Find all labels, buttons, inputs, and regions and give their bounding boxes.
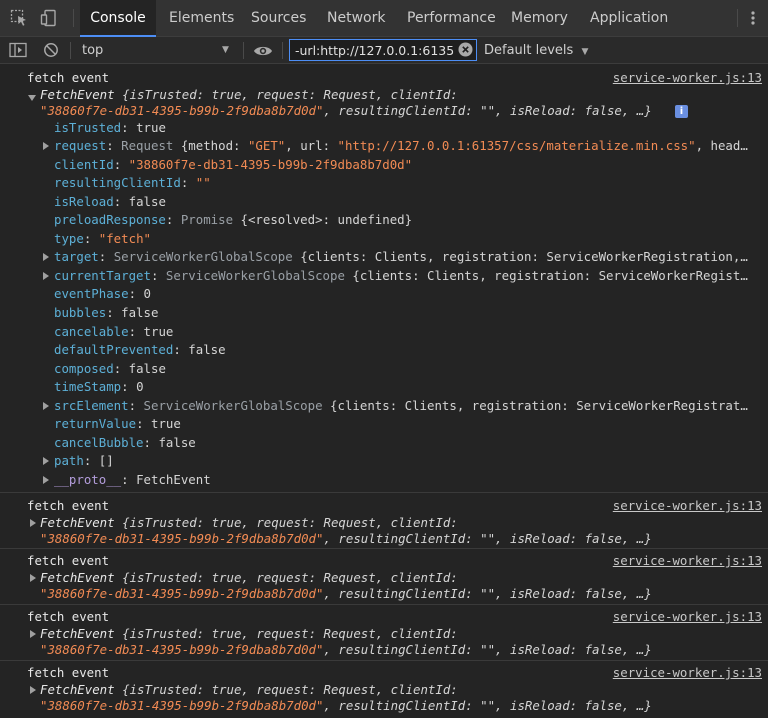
clear-filter-icon[interactable] [458, 42, 473, 61]
console-message: fetch event service-worker.js:13 FetchEv… [0, 661, 768, 717]
prop-row: returnValue: true [54, 416, 181, 431]
info-icon: i [675, 105, 688, 118]
prop-row: isTrusted: true [54, 120, 166, 135]
devtools-tabbar: Console Elements Sources Network Perform… [0, 0, 768, 37]
tab-console[interactable]: Console [80, 0, 156, 37]
expand-triangle-icon[interactable] [30, 574, 36, 582]
source-link[interactable]: service-worker.js:13 [613, 608, 762, 626]
expand-triangle-icon[interactable] [43, 476, 49, 484]
tab-performance[interactable]: Performance [407, 0, 496, 36]
prop-row[interactable]: target: ServiceWorkerGlobalScope {client… [54, 248, 748, 266]
expand-triangle-icon[interactable] [43, 457, 49, 465]
expand-triangle-icon[interactable] [30, 686, 36, 694]
object-summary-cont: "38860f7e-db31-4395-b99b-2f9dba8b7d0d", … [40, 586, 652, 601]
more-options-icon[interactable] [748, 9, 758, 27]
source-link[interactable]: service-worker.js:13 [613, 552, 762, 570]
prop-row: eventPhase: 0 [54, 286, 151, 301]
prop-row[interactable]: path: [] [54, 452, 114, 470]
console-output: fetch event service-worker.js:13 FetchEv… [0, 64, 768, 718]
filter-input[interactable] [290, 40, 454, 60]
log-text: fetch event [27, 665, 110, 680]
tab-label: Application [590, 10, 669, 26]
prop-row: defaultPrevented: false [54, 342, 226, 357]
prop-row: cancelBubble: false [54, 435, 196, 450]
tab-label: Sources [251, 10, 307, 26]
tab-label: Network [327, 10, 386, 26]
log-text: fetch event [27, 70, 110, 85]
prop-row[interactable]: __proto__: FetchEvent [54, 471, 211, 489]
prop-row[interactable]: srcElement: ServiceWorkerGlobalScope {cl… [54, 397, 748, 415]
prop-row: type: "fetch" [54, 231, 151, 246]
tab-divider [737, 9, 738, 27]
console-message: fetch event service-worker.js:13 FetchEv… [0, 605, 768, 661]
clear-console-icon[interactable] [43, 42, 59, 62]
tab-label: Elements [169, 10, 235, 26]
object-summary-cont: "38860f7e-db31-4395-b99b-2f9dba8b7d0d", … [40, 642, 652, 657]
tab-label: Memory [511, 10, 568, 26]
object-summary-cont: "38860f7e-db31-4395-b99b-2f9dba8b7d0d", … [40, 698, 652, 713]
tab-label: Performance [407, 10, 496, 26]
filter-box [289, 39, 477, 61]
log-levels-dropdown[interactable]: Default levels ▼ [484, 37, 588, 64]
prop-row: isReload: false [54, 194, 166, 209]
toolbar-divider [243, 42, 244, 59]
console-message: fetch event service-worker.js:13 FetchEv… [0, 549, 768, 605]
log-text: fetch event [27, 553, 110, 568]
live-expression-eye-icon[interactable] [253, 43, 273, 62]
levels-label: Default levels [484, 43, 574, 58]
expand-triangle-icon[interactable] [43, 253, 49, 261]
console-message: fetch event service-worker.js:13 FetchEv… [0, 493, 768, 549]
object-summary-cont: "38860f7e-db31-4395-b99b-2f9dba8b7d0d", … [40, 103, 652, 118]
inspect-element-icon[interactable] [10, 9, 28, 27]
toolbar-divider [282, 42, 283, 59]
object-summary-cont: "38860f7e-db31-4395-b99b-2f9dba8b7d0d", … [40, 531, 652, 546]
tab-application[interactable]: Application [590, 0, 668, 36]
log-text: fetch event [27, 498, 110, 513]
tab-elements[interactable]: Elements [169, 0, 234, 36]
source-link[interactable]: service-worker.js:13 [613, 69, 762, 87]
source-link[interactable]: service-worker.js:13 [613, 664, 762, 682]
context-selector[interactable]: top ▼ [76, 37, 240, 64]
prop-row: clientId: "38860f7e-db31-4395-b99b-2f9db… [54, 157, 413, 172]
chevron-down-icon: ▼ [581, 47, 589, 57]
prop-row: composed: false [54, 361, 166, 376]
tab-divider [73, 9, 74, 27]
device-toolbar-icon[interactable] [40, 9, 58, 27]
log-text: fetch event [27, 609, 110, 624]
prop-row: timeStamp: 0 [54, 379, 144, 394]
expand-triangle-icon[interactable] [30, 519, 36, 527]
prop-row: preloadResponse: Promise {<resolved>: un… [54, 212, 413, 227]
prop-row: resultingClientId: "" [54, 175, 211, 190]
expand-triangle-icon[interactable] [43, 272, 49, 280]
expand-triangle-icon[interactable] [43, 142, 49, 150]
source-link[interactable]: service-worker.js:13 [613, 497, 762, 515]
show-sidebar-icon[interactable] [9, 42, 27, 62]
toolbar-divider [70, 42, 71, 59]
console-message: fetch event service-worker.js:13 FetchEv… [0, 64, 768, 493]
chevron-down-icon: ▼ [222, 45, 229, 55]
prop-row[interactable]: currentTarget: ServiceWorkerGlobalScope … [54, 267, 748, 285]
tab-memory[interactable]: Memory [511, 0, 568, 36]
prop-row[interactable]: request: Request {method: "GET", url: "h… [54, 137, 748, 155]
prop-row: bubbles: false [54, 305, 159, 320]
info-badge[interactable]: i [675, 102, 688, 120]
context-label: top [82, 43, 104, 58]
tab-sources[interactable]: Sources [251, 0, 306, 36]
expand-triangle-icon[interactable] [43, 402, 49, 410]
expand-triangle-icon[interactable] [30, 630, 36, 638]
tab-label: Console [90, 10, 146, 26]
tab-network[interactable]: Network [327, 0, 385, 36]
prop-row: cancelable: true [54, 324, 174, 339]
collapse-triangle-icon[interactable] [28, 95, 36, 101]
